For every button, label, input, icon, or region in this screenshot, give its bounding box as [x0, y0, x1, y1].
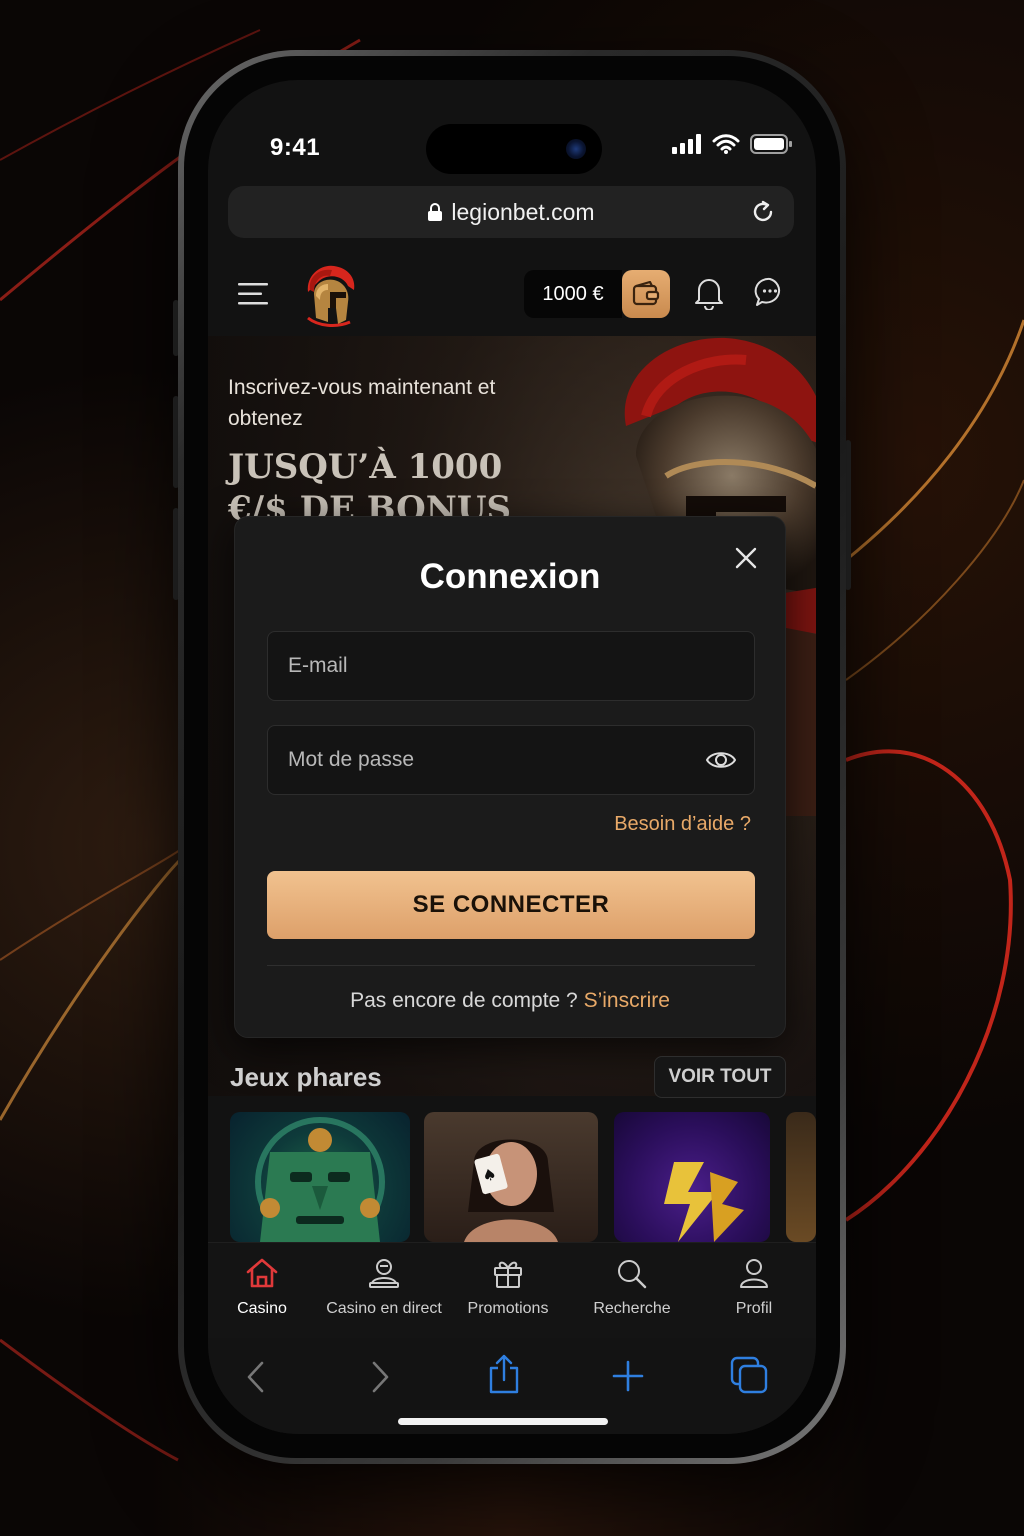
legion-helmet-logo[interactable]	[300, 262, 360, 328]
nav-item-casino[interactable]: Casino	[208, 1257, 322, 1318]
view-all-button[interactable]: VOIR TOUT	[654, 1056, 786, 1098]
new-tab-icon[interactable]	[612, 1360, 644, 1392]
card-dealer-artwork: ♠	[464, 1139, 558, 1242]
share-icon[interactable]	[488, 1354, 520, 1394]
help-link[interactable]: Besoin d’aide ?	[614, 813, 751, 836]
user-icon	[740, 1259, 768, 1288]
lightning-bolt-artwork	[664, 1162, 744, 1242]
nav-label: Casino	[237, 1300, 287, 1317]
phone-frame: 9:41 legionbet.com 1000 € Inscrivez-vous…	[178, 50, 846, 1464]
email-field[interactable]	[267, 631, 755, 701]
nav-item-live-casino[interactable]: Casino en direct	[324, 1257, 444, 1318]
gift-icon	[494, 1261, 522, 1288]
password-input[interactable]	[268, 726, 754, 794]
forward-icon[interactable]	[368, 1360, 392, 1394]
eye-icon[interactable]	[706, 747, 736, 773]
balance-display[interactable]: 1000 €	[524, 270, 622, 318]
address-bar[interactable]: legionbet.com	[228, 186, 794, 238]
back-icon[interactable]	[244, 1360, 268, 1394]
modal-divider	[267, 965, 755, 966]
tabs-icon[interactable]	[730, 1356, 768, 1394]
status-icons	[672, 134, 792, 154]
nav-item-promotions[interactable]: Promotions	[448, 1257, 568, 1318]
cellular-signal-icon	[672, 134, 701, 154]
no-account-text: Pas encore de compte ?	[350, 989, 578, 1012]
home-indicator[interactable]	[398, 1418, 608, 1425]
chat-icon[interactable]	[754, 276, 786, 308]
login-button[interactable]: SE CONNECTER	[267, 871, 755, 939]
game-tile[interactable]	[230, 1112, 410, 1242]
wallet-icon	[632, 281, 660, 306]
app-header: 1000 €	[208, 258, 816, 334]
status-time: 9:41	[270, 134, 321, 161]
phone-bezel: 9:41 legionbet.com 1000 € Inscrivez-vous…	[184, 56, 840, 1458]
email-input[interactable]	[268, 632, 754, 700]
signup-link[interactable]: S’inscrire	[584, 989, 670, 1012]
game-tile[interactable]: ♠	[424, 1112, 598, 1242]
nav-item-profile[interactable]: Profil	[694, 1257, 814, 1318]
phone-screen: 9:41 legionbet.com 1000 € Inscrivez-vous…	[208, 80, 816, 1434]
login-modal: Connexion Besoin d’aide ? SE CONNECTER	[234, 516, 786, 1038]
url-text: legionbet.com	[451, 198, 595, 225]
close-icon[interactable]	[735, 547, 757, 569]
password-field[interactable]	[267, 725, 755, 795]
nav-label: Recherche	[593, 1300, 671, 1317]
lock-icon	[428, 203, 443, 221]
modal-title: Connexion	[419, 557, 601, 596]
search-icon	[618, 1260, 647, 1289]
live-dealer-icon	[369, 1259, 399, 1288]
signup-prompt: Pas encore de compte ? S’inscrire	[235, 989, 785, 1013]
hero-subtitle: Inscrivez-vous maintenant et obtenez	[228, 376, 496, 430]
wifi-icon	[712, 134, 740, 154]
status-bar: 9:41	[208, 80, 816, 180]
battery-icon	[750, 134, 792, 154]
featured-games-title: Jeux phares	[230, 1062, 382, 1092]
menu-icon[interactable]	[238, 282, 270, 306]
dynamic-island	[426, 124, 602, 174]
game-tile[interactable]	[786, 1112, 816, 1242]
nav-label: Promotions	[467, 1300, 549, 1317]
nav-label: Profil	[735, 1300, 773, 1317]
bell-icon[interactable]	[694, 276, 724, 310]
bottom-nav: Casino Casino en direct Promotions Reche…	[208, 1242, 816, 1338]
reload-icon[interactable]	[750, 199, 776, 225]
home-icon	[246, 1258, 278, 1288]
game-tile[interactable]	[614, 1112, 770, 1242]
aztec-mask-artwork	[255, 1117, 385, 1242]
nav-item-search[interactable]: Recherche	[572, 1257, 692, 1318]
front-camera	[566, 139, 586, 159]
wallet-button[interactable]	[622, 270, 670, 318]
nav-label: Casino en direct	[326, 1300, 442, 1317]
